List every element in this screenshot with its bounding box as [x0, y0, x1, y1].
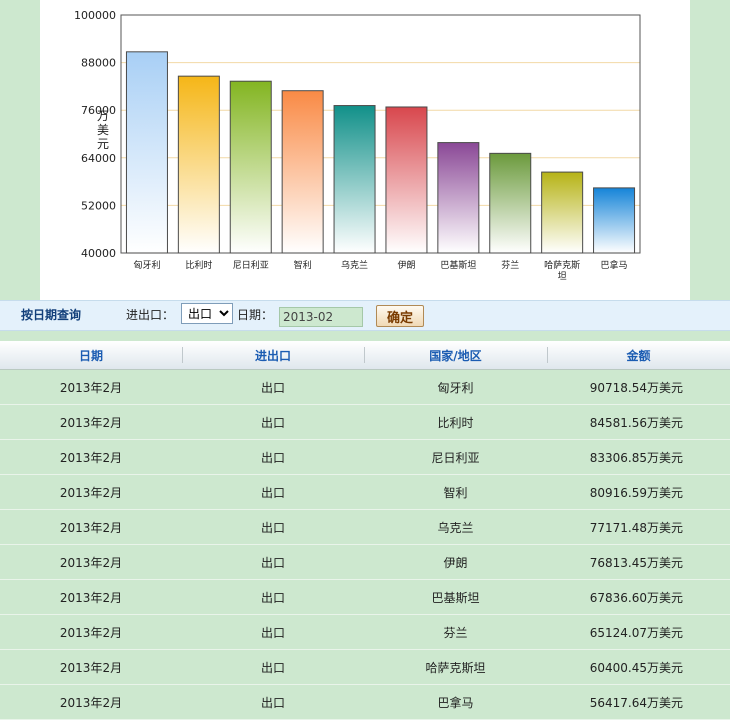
table-row: 2013年2月 出口 尼日利亚 83306.85万美元	[0, 439, 730, 475]
bar	[281, 90, 324, 254]
x-tick-label: 智利	[294, 259, 312, 271]
y-tick-label: 88000	[81, 57, 116, 70]
query-title: 按日期查询	[21, 308, 82, 322]
cell-country: 哈萨克斯坦	[364, 649, 547, 685]
y-tick-label: 100000	[74, 9, 116, 22]
x-tick-label: 尼日利亚	[233, 259, 269, 271]
bar	[593, 187, 636, 254]
query-bar: 按日期查询 进出口： 出口 日期： 确定	[0, 300, 730, 331]
cell-amount: 80916.59万美元	[547, 474, 730, 510]
cell-type: 出口	[182, 509, 364, 545]
cell-country: 巴拿马	[364, 684, 547, 720]
date-label: 日期：	[237, 308, 274, 322]
y-tick-label: 52000	[81, 199, 116, 212]
cell-amount: 84581.56万美元	[547, 404, 730, 440]
table-row: 2013年2月 出口 智利 80916.59万美元	[0, 474, 730, 510]
cell-amount: 60400.45万美元	[547, 649, 730, 685]
cell-type: 出口	[182, 579, 364, 615]
header-amount: 金额	[547, 341, 730, 370]
bar	[489, 152, 532, 254]
x-tick-label: 比利时	[185, 259, 212, 271]
date-input[interactable]	[279, 307, 363, 327]
chart-panel: 40000 52000 64000 76000 88000 100000 万美元 匈牙利 比利时…	[40, 0, 690, 300]
header-import-export: 进出口	[182, 341, 364, 370]
cell-amount: 56417.64万美元	[547, 684, 730, 720]
bar	[125, 51, 168, 254]
table-row: 2013年2月 出口 哈萨克斯坦 60400.45万美元	[0, 649, 730, 685]
cell-country: 匈牙利	[364, 369, 547, 405]
cell-country: 智利	[364, 474, 547, 510]
table-row: 2013年2月 出口 伊朗 76813.45万美元	[0, 544, 730, 580]
cell-type: 出口	[182, 649, 364, 685]
y-axis-label: 万美元	[97, 109, 109, 151]
x-tick-label: 匈牙利	[133, 259, 160, 271]
cell-amount: 90718.54万美元	[547, 369, 730, 405]
bar	[229, 80, 272, 254]
cell-type: 出口	[182, 474, 364, 510]
cell-date: 2013年2月	[0, 439, 182, 475]
cell-country: 芬兰	[364, 614, 547, 650]
x-tick-label: 乌克兰	[341, 259, 368, 271]
table-header-row: 日期 进出口 国家/地区 金额	[0, 341, 730, 370]
cell-date: 2013年2月	[0, 474, 182, 510]
cell-date: 2013年2月	[0, 544, 182, 580]
cell-date: 2013年2月	[0, 649, 182, 685]
table-row: 2013年2月 出口 巴基斯坦 67836.60万美元	[0, 579, 730, 615]
import-export-label: 进出口：	[126, 308, 175, 322]
cell-amount: 83306.85万美元	[547, 439, 730, 475]
cell-type: 出口	[182, 544, 364, 580]
header-country: 国家/地区	[364, 341, 547, 370]
import-export-select[interactable]: 出口	[181, 303, 233, 324]
x-tick-label: 巴基斯坦	[440, 259, 476, 271]
cell-date: 2013年2月	[0, 404, 182, 440]
bar	[333, 105, 376, 254]
x-tick-label: 巴拿马	[601, 259, 628, 271]
cell-date: 2013年2月	[0, 369, 182, 405]
bar	[385, 106, 428, 254]
cell-type: 出口	[182, 614, 364, 650]
y-tick-label: 40000	[81, 247, 116, 260]
x-tick-label: 哈萨克斯坦	[544, 259, 580, 282]
cell-date: 2013年2月	[0, 509, 182, 545]
cell-date: 2013年2月	[0, 579, 182, 615]
cell-country: 伊朗	[364, 544, 547, 580]
table-row: 2013年2月 出口 巴拿马 56417.64万美元	[0, 684, 730, 720]
bar	[437, 142, 480, 254]
cell-type: 出口	[182, 439, 364, 475]
bar	[177, 75, 220, 254]
cell-type: 出口	[182, 684, 364, 720]
cell-country: 尼日利亚	[364, 439, 547, 475]
table-row: 2013年2月 出口 芬兰 65124.07万美元	[0, 614, 730, 650]
cell-type: 出口	[182, 404, 364, 440]
cell-country: 乌克兰	[364, 509, 547, 545]
x-tick-label: 芬兰	[501, 259, 519, 271]
table-row: 2013年2月 出口 比利时 84581.56万美元	[0, 404, 730, 440]
cell-amount: 77171.48万美元	[547, 509, 730, 545]
y-tick-label: 64000	[81, 152, 116, 165]
cell-amount: 76813.45万美元	[547, 544, 730, 580]
cell-date: 2013年2月	[0, 684, 182, 720]
table-row: 2013年2月 出口 乌克兰 77171.48万美元	[0, 509, 730, 545]
header-date: 日期	[0, 341, 182, 370]
cell-date: 2013年2月	[0, 614, 182, 650]
confirm-button[interactable]: 确定	[376, 305, 424, 327]
bar-chart: 4000052000640007600088000100000万美元匈牙利 比利时…	[74, 9, 641, 282]
x-tick-label: 伊朗	[397, 259, 415, 271]
cell-amount: 65124.07万美元	[547, 614, 730, 650]
cell-amount: 67836.60万美元	[547, 579, 730, 615]
table-row: 2013年2月 出口 匈牙利 90718.54万美元	[0, 369, 730, 405]
data-table: 日期 进出口 国家/地区 金额 2013年2月 出口 匈牙利 90718.54万美元 …	[0, 341, 730, 720]
cell-country: 巴基斯坦	[364, 579, 547, 615]
cell-type: 出口	[182, 369, 364, 405]
bar	[541, 171, 584, 254]
cell-country: 比利时	[364, 404, 547, 440]
